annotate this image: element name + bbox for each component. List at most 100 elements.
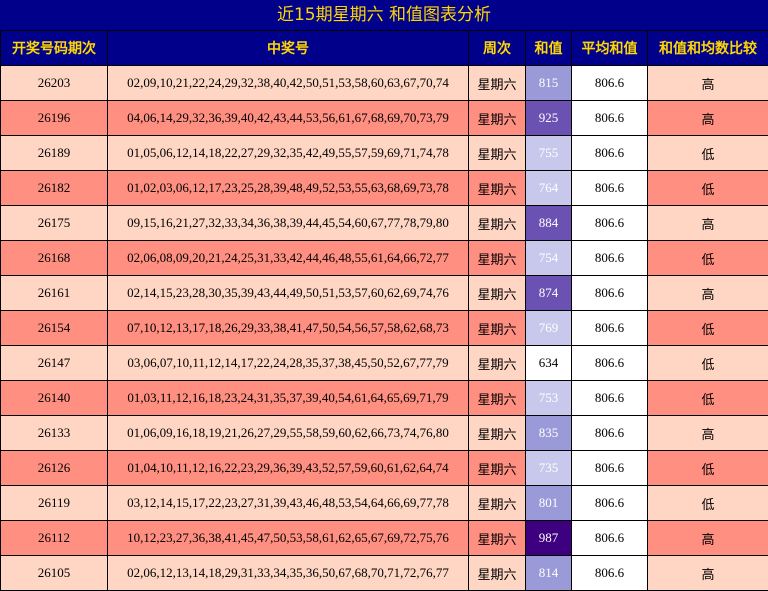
compare-cell: 低 bbox=[647, 380, 768, 416]
table-row: 26175 09,15,16,21,27,32,33,34,36,38,39,44… bbox=[0, 205, 768, 241]
compare-cell: 低 bbox=[647, 240, 768, 276]
table-row: 26133 01,06,09,16,18,19,21,26,27,29,55,58… bbox=[0, 415, 768, 451]
table-row: 26196 04,06,14,29,32,36,39,40,42,43,44,53… bbox=[0, 100, 768, 136]
period-cell: 26126 bbox=[0, 450, 108, 486]
sum-cell: 801 bbox=[525, 485, 572, 521]
numbers-cell: 01,03,11,12,16,18,23,24,31,35,37,39,40,5… bbox=[107, 380, 469, 416]
weekday-cell: 星期六 bbox=[468, 555, 526, 591]
weekday-cell: 星期六 bbox=[468, 310, 526, 346]
table-row: 26112 10,12,23,27,36,38,41,45,47,50,53,58… bbox=[0, 520, 768, 556]
compare-cell: 低 bbox=[647, 170, 768, 206]
numbers-cell: 02,14,15,23,28,30,35,39,43,44,49,50,51,5… bbox=[107, 275, 469, 311]
table-row: 26140 01,03,11,12,16,18,23,24,31,35,37,39… bbox=[0, 380, 768, 416]
weekday-cell: 星期六 bbox=[468, 65, 526, 101]
compare-cell: 低 bbox=[647, 485, 768, 521]
period-cell: 26196 bbox=[0, 100, 108, 136]
compare-cell: 高 bbox=[647, 275, 768, 311]
sum-analysis-panel: 近15期星期六 和值图表分析 开奖号码期次 中奖号 周次 和值 平均和值 和值和… bbox=[0, 0, 768, 591]
weekday-cell: 星期六 bbox=[468, 415, 526, 451]
compare-cell: 低 bbox=[647, 135, 768, 171]
weekday-cell: 星期六 bbox=[468, 100, 526, 136]
header-numbers: 中奖号 bbox=[107, 30, 469, 66]
period-cell: 26168 bbox=[0, 240, 108, 276]
compare-cell: 高 bbox=[647, 100, 768, 136]
average-cell: 806.6 bbox=[571, 520, 648, 556]
average-cell: 806.6 bbox=[571, 240, 648, 276]
numbers-cell: 04,06,14,29,32,36,39,40,42,43,44,53,56,6… bbox=[107, 100, 469, 136]
average-cell: 806.6 bbox=[571, 415, 648, 451]
average-cell: 806.6 bbox=[571, 135, 648, 171]
compare-cell: 低 bbox=[647, 345, 768, 381]
numbers-cell: 02,06,12,13,14,18,29,31,33,34,35,36,50,6… bbox=[107, 555, 469, 591]
sum-analysis-table: 开奖号码期次 中奖号 周次 和值 平均和值 和值和均数比较 26203 02,09… bbox=[0, 30, 768, 591]
table-row: 26161 02,14,15,23,28,30,35,39,43,44,49,50… bbox=[0, 275, 768, 311]
numbers-cell: 07,10,12,13,17,18,26,29,33,38,41,47,50,5… bbox=[107, 310, 469, 346]
numbers-cell: 09,15,16,21,27,32,33,34,36,38,39,44,45,5… bbox=[107, 205, 469, 241]
average-cell: 806.6 bbox=[571, 555, 648, 591]
average-cell: 806.6 bbox=[571, 380, 648, 416]
header-average: 平均和值 bbox=[571, 30, 648, 66]
table-row: 26119 03,12,14,15,17,22,23,27,31,39,43,46… bbox=[0, 485, 768, 521]
sum-cell: 874 bbox=[525, 275, 572, 311]
average-cell: 806.6 bbox=[571, 345, 648, 381]
header-compare: 和值和均数比较 bbox=[647, 30, 768, 66]
sum-cell: 835 bbox=[525, 415, 572, 451]
weekday-cell: 星期六 bbox=[468, 170, 526, 206]
numbers-cell: 01,04,10,11,12,16,22,23,29,36,39,43,52,5… bbox=[107, 450, 469, 486]
period-cell: 26154 bbox=[0, 310, 108, 346]
period-cell: 26119 bbox=[0, 485, 108, 521]
page-title: 近15期星期六 和值图表分析 bbox=[0, 0, 768, 30]
sum-cell: 769 bbox=[525, 310, 572, 346]
weekday-cell: 星期六 bbox=[468, 380, 526, 416]
numbers-cell: 03,12,14,15,17,22,23,27,31,39,43,46,48,5… bbox=[107, 485, 469, 521]
compare-cell: 高 bbox=[647, 520, 768, 556]
header-weekday: 周次 bbox=[468, 30, 526, 66]
average-cell: 806.6 bbox=[571, 485, 648, 521]
compare-cell: 高 bbox=[647, 205, 768, 241]
table-row: 26203 02,09,10,21,22,24,29,32,38,40,42,50… bbox=[0, 65, 768, 101]
average-cell: 806.6 bbox=[571, 310, 648, 346]
sum-cell: 764 bbox=[525, 170, 572, 206]
sum-cell: 814 bbox=[525, 555, 572, 591]
compare-cell: 低 bbox=[647, 450, 768, 486]
average-cell: 806.6 bbox=[571, 65, 648, 101]
weekday-cell: 星期六 bbox=[468, 135, 526, 171]
numbers-cell: 01,02,03,06,12,17,23,25,28,39,48,49,52,5… bbox=[107, 170, 469, 206]
numbers-cell: 02,09,10,21,22,24,29,32,38,40,42,50,51,5… bbox=[107, 65, 469, 101]
period-cell: 26105 bbox=[0, 555, 108, 591]
average-cell: 806.6 bbox=[571, 100, 648, 136]
table-body: 26203 02,09,10,21,22,24,29,32,38,40,42,50… bbox=[0, 65, 768, 591]
numbers-cell: 10,12,23,27,36,38,41,45,47,50,53,58,61,6… bbox=[107, 520, 469, 556]
header-sum: 和值 bbox=[525, 30, 572, 66]
period-cell: 26140 bbox=[0, 380, 108, 416]
sum-cell: 884 bbox=[525, 205, 572, 241]
period-cell: 26112 bbox=[0, 520, 108, 556]
compare-cell: 低 bbox=[647, 310, 768, 346]
header-period: 开奖号码期次 bbox=[0, 30, 108, 66]
weekday-cell: 星期六 bbox=[468, 450, 526, 486]
numbers-cell: 01,06,09,16,18,19,21,26,27,29,55,58,59,6… bbox=[107, 415, 469, 451]
weekday-cell: 星期六 bbox=[468, 485, 526, 521]
table-row: 26154 07,10,12,13,17,18,26,29,33,38,41,47… bbox=[0, 310, 768, 346]
numbers-cell: 02,06,08,09,20,21,24,25,31,33,42,44,46,4… bbox=[107, 240, 469, 276]
period-cell: 26203 bbox=[0, 65, 108, 101]
weekday-cell: 星期六 bbox=[468, 520, 526, 556]
compare-cell: 高 bbox=[647, 415, 768, 451]
sum-cell: 815 bbox=[525, 65, 572, 101]
weekday-cell: 星期六 bbox=[468, 275, 526, 311]
table-row: 26105 02,06,12,13,14,18,29,31,33,34,35,36… bbox=[0, 555, 768, 591]
sum-cell: 755 bbox=[525, 135, 572, 171]
table-row: 26168 02,06,08,09,20,21,24,25,31,33,42,44… bbox=[0, 240, 768, 276]
table-row: 26126 01,04,10,11,12,16,22,23,29,36,39,43… bbox=[0, 450, 768, 486]
table-row: 26189 01,05,06,12,14,18,22,27,29,32,35,42… bbox=[0, 135, 768, 171]
period-cell: 26182 bbox=[0, 170, 108, 206]
average-cell: 806.6 bbox=[571, 170, 648, 206]
period-cell: 26147 bbox=[0, 345, 108, 381]
table-row: 26147 03,06,07,10,11,12,14,17,22,24,28,35… bbox=[0, 345, 768, 381]
table-header-row: 开奖号码期次 中奖号 周次 和值 平均和值 和值和均数比较 bbox=[0, 30, 768, 66]
sum-cell: 925 bbox=[525, 100, 572, 136]
sum-cell: 987 bbox=[525, 520, 572, 556]
numbers-cell: 01,05,06,12,14,18,22,27,29,32,35,42,49,5… bbox=[107, 135, 469, 171]
table-row: 26182 01,02,03,06,12,17,23,25,28,39,48,49… bbox=[0, 170, 768, 206]
compare-cell: 高 bbox=[647, 65, 768, 101]
